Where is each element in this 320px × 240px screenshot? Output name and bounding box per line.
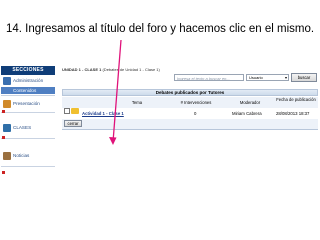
sidebar-item-clases[interactable]: CLASES [1,122,55,134]
instruction-caption: 14. Ingresamos al título del foro y hace… [6,23,315,35]
sidebar-divider [1,95,55,96]
column-header-intervenciones[interactable]: # Intervenciones [170,100,222,105]
moderator-name: Miriam Cabrera [232,111,262,116]
column-header-tema[interactable]: Tema [112,100,162,105]
sidebar-item-contenidos[interactable]: Contenidos [1,87,55,94]
sidebar-header: SECCIONES [1,66,55,75]
search-select-value: Usuario [249,75,263,80]
breadcrumb: UNIDAD 1 - CLASE 1 (Debates de Unidad 1 … [62,67,160,72]
forum-screenshot: SECCIONES Administración Contenidos Pres… [0,66,320,176]
table-title: Debates publicados por Tutores [62,89,318,96]
marker-icon [2,171,5,174]
close-button[interactable]: cerrar [64,120,82,127]
marker-icon [2,136,5,139]
topic-link[interactable]: Actividad 1 - Clase 1 [82,108,124,119]
breadcrumb-unit[interactable]: UNIDAD 1 - CLASE 1 [62,67,101,72]
sidebar-divider [1,166,55,167]
sidebar-item-noticias[interactable]: Noticias [1,150,55,162]
sidebar-item-label: Administración [13,78,44,83]
sidebar-item-presentacion[interactable]: Presentación [1,98,55,110]
breadcrumb-debates[interactable]: (Debates de Unidad 1 - Clase 1) [102,67,159,72]
classes-icon [3,124,11,132]
sidebar-divider [1,138,55,139]
news-icon [3,152,11,160]
column-header-fecha[interactable]: Fecha de publicación [276,97,316,102]
column-header-moderador[interactable]: Moderador [230,100,270,105]
sections-sidebar: SECCIONES Administración Contenidos Pres… [0,66,56,176]
interventions-count: 0 [194,111,197,116]
row-checkbox[interactable] [64,108,70,114]
sidebar-divider [1,112,55,113]
folder-icon [71,108,79,114]
publication-date: 28/08/2013 18:37 [276,111,310,116]
sidebar-item-administracion[interactable]: Administración [1,75,55,87]
chevron-down-icon: ▾ [284,75,287,80]
presentation-icon [3,100,11,108]
search-input[interactable]: Ingresa el texto a buscar en... [174,74,244,81]
admin-icon [3,77,11,85]
sidebar-item-label: Presentación [13,101,40,106]
sidebar-item-label: CLASES [13,125,32,130]
search-field-select[interactable]: Usuario ▾ [246,74,289,81]
forum-main: UNIDAD 1 - CLASE 1 (Debates de Unidad 1 … [58,66,320,176]
search-button[interactable]: buscar [291,73,317,82]
sidebar-item-label: Noticias [13,153,30,158]
table-footer: cerrar [62,119,318,130]
marker-icon [2,110,5,113]
